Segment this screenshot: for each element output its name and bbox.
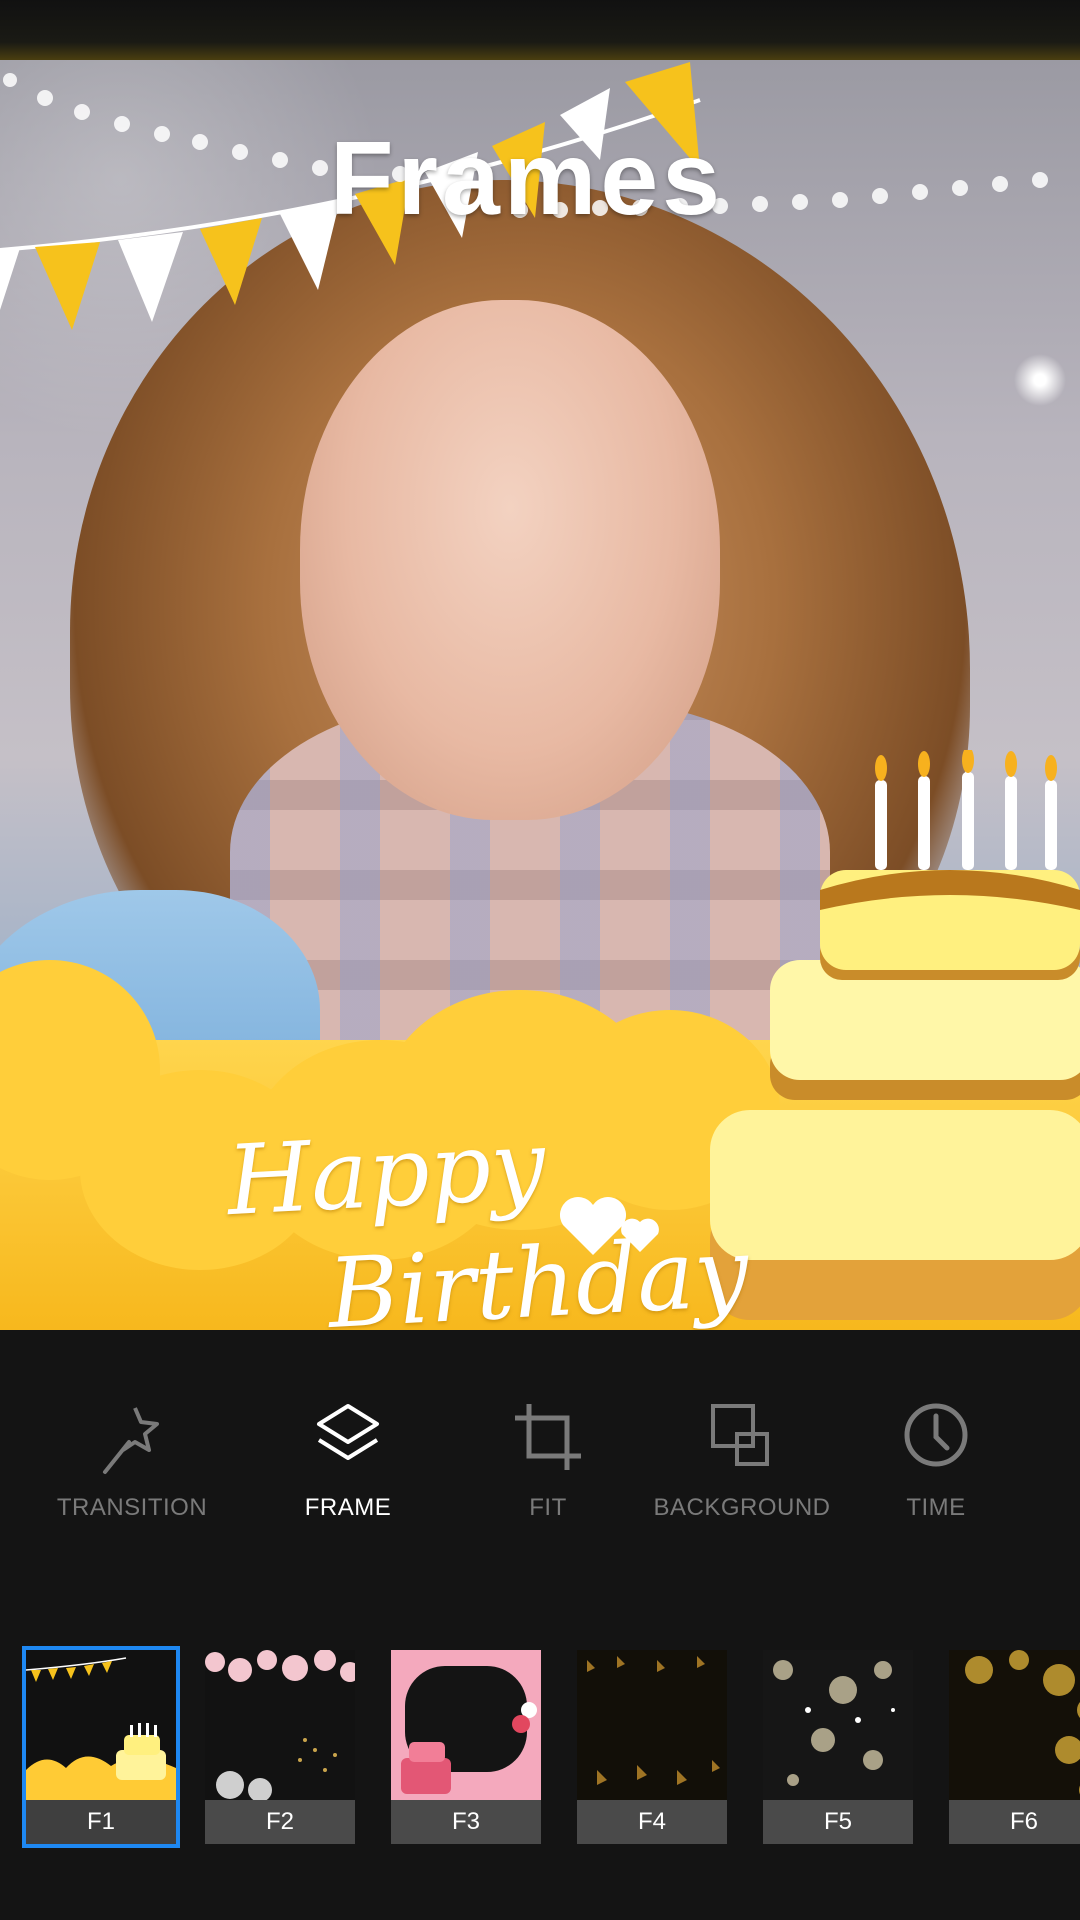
frame-thumb-f2[interactable]: F2: [205, 1650, 355, 1844]
frame-thumb-label: F6: [949, 1800, 1080, 1844]
status-bar-strip: [0, 0, 1080, 60]
tool-transition[interactable]: TRANSITION: [32, 1400, 232, 1522]
tool-fit-label: FIT: [529, 1494, 567, 1521]
frame-thumb-art: [391, 1650, 541, 1800]
photo-preview[interactable]: Frames Happy Birthday: [0, 60, 1080, 1330]
frame-thumb-art: [205, 1650, 355, 1800]
magic-wand-icon: [103, 1407, 159, 1474]
frame-thumb-art: [26, 1650, 176, 1800]
frame-thumb-f5[interactable]: F5: [763, 1650, 913, 1844]
frame-thumb-f1[interactable]: F1: [22, 1646, 180, 1848]
clock-icon: [904, 1403, 968, 1467]
frame-thumb-art: [763, 1650, 913, 1800]
birthday-cake-decoration: [710, 750, 1080, 1320]
screen-title: Frames: [330, 121, 724, 237]
frame-thumbnail-list: F1 F2 F3 F4 F5 F6: [0, 1646, 1080, 1848]
tool-time[interactable]: TIME: [836, 1400, 1036, 1522]
frame-thumb-f6[interactable]: F6: [949, 1650, 1080, 1844]
tool-background-label: BACKGROUND: [653, 1494, 831, 1521]
layers-icon: [317, 1404, 379, 1460]
tool-fit[interactable]: FIT: [448, 1400, 648, 1522]
frame-thumb-label: F1: [26, 1800, 176, 1844]
frame-thumb-label: F4: [577, 1800, 727, 1844]
tool-background[interactable]: BACKGROUND: [642, 1400, 842, 1522]
tool-frame[interactable]: FRAME: [248, 1400, 448, 1522]
tool-transition-label: TRANSITION: [56, 1494, 208, 1521]
frame-thumb-label: F5: [763, 1800, 913, 1844]
frame-thumb-label: F2: [205, 1800, 355, 1844]
frame-thumb-label: F3: [391, 1800, 541, 1844]
frame-thumb-art: [577, 1650, 727, 1800]
crop-icon: [515, 1404, 581, 1470]
editor-toolbar: TRANSITION FRAME FIT BACKGROUND TIME: [0, 1400, 1080, 1560]
frame-thumb-art: [949, 1650, 1080, 1800]
background-squares-icon: [711, 1404, 769, 1466]
hearts-icon: [559, 1196, 659, 1255]
tool-time-label: TIME: [906, 1494, 966, 1521]
tool-frame-label: FRAME: [304, 1494, 392, 1521]
frame-thumb-f3[interactable]: F3: [391, 1650, 541, 1844]
frame-thumb-f4[interactable]: F4: [577, 1650, 727, 1844]
